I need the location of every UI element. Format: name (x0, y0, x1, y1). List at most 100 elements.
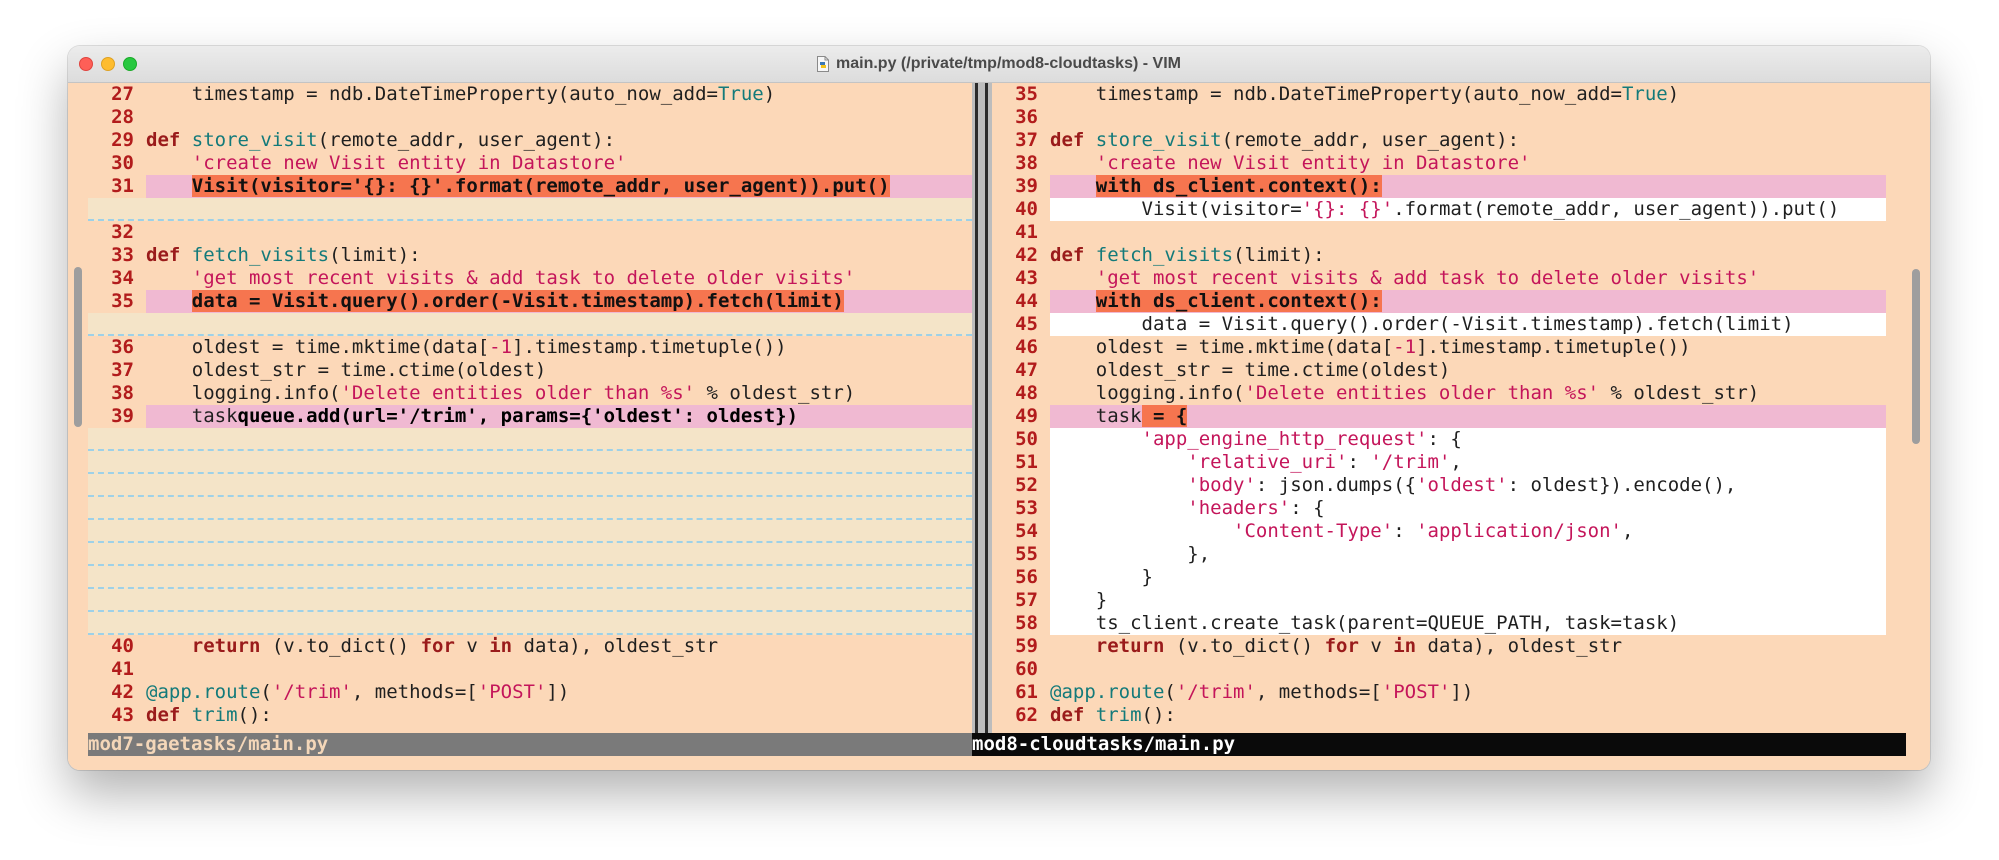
vertical-split-divider[interactable] (972, 83, 992, 733)
code-token: ts_client.create_task(parent=QUEUE_PATH,… (1050, 612, 1680, 634)
code-text[interactable]: @app.route('/trim', methods=['POST']) (146, 681, 972, 704)
code-text[interactable]: oldest_str = time.ctime(oldest) (1050, 359, 1886, 382)
code-token: , params={ (477, 405, 593, 427)
code-token: def (1050, 244, 1085, 266)
code-text[interactable]: data = Visit.query().order(-Visit.timest… (1050, 313, 1886, 336)
code-text[interactable]: 'create new Visit entity in Datastore' (1050, 152, 1886, 175)
code-text[interactable]: oldest = time.mktime(data[-1].timestamp.… (1050, 336, 1886, 359)
right-scrollbar-thumb[interactable] (1912, 269, 1920, 444)
left-scrollbar[interactable] (68, 83, 88, 733)
code-text[interactable]: 'headers': { (1050, 497, 1886, 520)
code-token: store_visit (1095, 129, 1222, 151)
code-text[interactable]: 'body': json.dumps({'oldest': oldest}).e… (1050, 474, 1886, 497)
code-text[interactable]: logging.info('Delete entities older than… (146, 382, 972, 405)
code-line: 45 data = Visit.query().order(-Visit.tim… (992, 313, 1886, 336)
code-text[interactable] (146, 106, 972, 129)
code-text[interactable]: ts_client.create_task(parent=QUEUE_PATH,… (1050, 612, 1886, 635)
code-line: 47 oldest_str = time.ctime(oldest) (992, 359, 1886, 382)
code-token: v (454, 635, 490, 657)
code-text[interactable]: logging.info('Delete entities older than… (1050, 382, 1886, 405)
code-token: logging.info( (146, 382, 341, 404)
code-text[interactable]: def fetch_visits(limit): (146, 244, 972, 267)
line-number: 42 (1015, 244, 1038, 266)
left-status-line: mod7-gaetasks/main.py (88, 733, 972, 756)
divider-line-left (975, 83, 978, 733)
code-text[interactable]: def fetch_visits(limit): (1050, 244, 1886, 267)
code-text[interactable]: return (v.to_dict() for v in data), olde… (146, 635, 972, 658)
code-token: : (1347, 451, 1371, 473)
code-text[interactable]: data = Visit.query().order(-Visit.timest… (146, 290, 972, 313)
code-token: '/trim' (397, 405, 478, 427)
code-text[interactable] (1050, 221, 1886, 244)
line-number: 48 (1015, 382, 1038, 404)
code-text[interactable]: Visit(visitor='{}: {}'.format(remote_add… (146, 175, 972, 198)
code-text[interactable] (146, 658, 972, 681)
code-text[interactable] (1050, 106, 1886, 129)
code-text[interactable]: with ds_client.context(): (1050, 175, 1886, 198)
left-scrollbar-thumb[interactable] (74, 267, 82, 427)
code-text[interactable]: def store_visit(remote_addr, user_agent)… (146, 129, 972, 152)
code-text[interactable] (146, 221, 972, 244)
code-token: (limit): (329, 244, 421, 266)
code-text[interactable]: 'create new Visit entity in Datastore' (146, 152, 972, 175)
code-text[interactable]: timestamp = ndb.DateTimeProperty(auto_no… (146, 83, 972, 106)
code-line: 44 with ds_client.context(): (992, 290, 1886, 313)
code-text[interactable]: 'Content-Type': 'application/json', (1050, 520, 1886, 543)
code-token: 'Delete entities older than %s' (1244, 382, 1600, 404)
code-text[interactable]: def trim(): (146, 704, 972, 727)
code-token: : (1393, 520, 1417, 542)
line-number: 58 (1015, 612, 1038, 634)
vim-editor[interactable]: 27 timestamp = ndb.DateTimeProperty(auto… (68, 83, 1930, 770)
line-number: 45 (1015, 313, 1038, 335)
code-text[interactable]: 'get most recent visits & add task to de… (146, 267, 972, 290)
right-scrollbar[interactable] (1906, 83, 1930, 733)
diff-filler-line (88, 451, 972, 474)
command-line[interactable] (68, 756, 1930, 770)
code-token: -1 (1393, 336, 1417, 358)
code-text[interactable]: oldest = time.mktime(data[-1].timestamp.… (146, 336, 972, 359)
code-token: data = Visit.query().order(-Visit.timest… (1050, 313, 1794, 335)
code-text[interactable]: 'relative_uri': '/trim', (1050, 451, 1886, 474)
code-token: oldest = time.mktime(data[ (1050, 336, 1394, 358)
code-token: Visit(visitor= (1050, 198, 1302, 220)
code-text[interactable]: @app.route('/trim', methods=['POST']) (1050, 681, 1886, 704)
code-text[interactable] (1050, 658, 1886, 681)
code-text[interactable]: oldest_str = time.ctime(oldest) (146, 359, 972, 382)
code-token: , methods=[ (351, 681, 478, 703)
code-text[interactable]: }, (1050, 543, 1886, 566)
left-diff-pane[interactable]: 27 timestamp = ndb.DateTimeProperty(auto… (88, 83, 972, 733)
code-text[interactable]: def store_visit(remote_addr, user_agent)… (1050, 129, 1886, 152)
code-token: , methods=[ (1255, 681, 1382, 703)
title-wrap: main.py (/private/tmp/mod8-cloudtasks) -… (68, 46, 1930, 82)
line-number: 57 (1015, 589, 1038, 611)
code-token: with ds_client.context(): (1095, 175, 1382, 197)
code-token: 'relative_uri' (1187, 451, 1348, 473)
line-number: 54 (1015, 520, 1038, 542)
code-text[interactable]: return (v.to_dict() for v in data), olde… (1050, 635, 1886, 658)
diff-filler-line (88, 428, 972, 451)
line-number: 43 (111, 704, 134, 726)
code-line: 27 timestamp = ndb.DateTimeProperty(auto… (88, 83, 972, 106)
code-text[interactable]: timestamp = ndb.DateTimeProperty(auto_no… (1050, 83, 1886, 106)
code-token: 'app_engine_http_request' (1141, 428, 1428, 450)
code-token: 'headers' (1187, 497, 1291, 519)
code-text[interactable]: 'app_engine_http_request': { (1050, 428, 1886, 451)
code-text[interactable]: } (1050, 566, 1886, 589)
code-text[interactable]: Visit(visitor='{}: {}'.format(remote_add… (1050, 198, 1886, 221)
code-token: for (1324, 635, 1359, 657)
code-text[interactable]: } (1050, 589, 1886, 612)
code-text[interactable]: 'get most recent visits & add task to de… (1050, 267, 1886, 290)
line-number: 28 (111, 106, 134, 128)
line-number: 30 (111, 152, 134, 174)
code-text[interactable]: taskqueue.add(url='/trim', params={'olde… (146, 405, 972, 428)
line-number: 59 (1015, 635, 1038, 657)
code-text[interactable]: def trim(): (1050, 704, 1886, 727)
code-text[interactable]: task = { (1050, 405, 1886, 428)
right-diff-pane[interactable]: 35 timestamp = ndb.DateTimeProperty(auto… (992, 83, 1886, 733)
code-text[interactable]: with ds_client.context(): (1050, 290, 1886, 313)
